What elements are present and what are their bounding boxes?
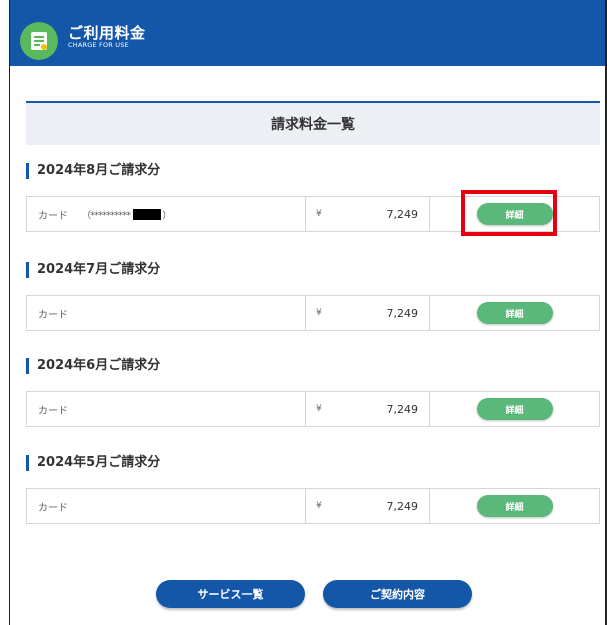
billing-row-may: カード ¥ 7,249 詳細 [26, 488, 600, 524]
action-cell: 詳細 [430, 296, 599, 330]
detail-button-jun[interactable]: 詳細 [476, 398, 553, 420]
detail-button-may[interactable]: 詳細 [476, 495, 553, 517]
amount-cell: ¥ 7,249 [306, 296, 430, 330]
billing-list-title: 請求料金一覧 [26, 101, 600, 145]
payment-method-cell: カード [27, 296, 306, 330]
highlight-box [461, 190, 557, 236]
redaction-block [132, 208, 161, 220]
header-title: ご利用料金 [68, 24, 146, 42]
yen-symbol: ¥ [316, 308, 322, 318]
section-title-may: 2024年5月ご請求分 [26, 455, 160, 471]
masked-card-close: ） [162, 210, 172, 221]
amount-value: 7,249 [386, 207, 419, 221]
masked-card-number: （********** [82, 210, 131, 221]
page-header: ご利用料金 CHARGE FOR USE [10, 0, 605, 66]
yen-symbol: ¥ [316, 404, 322, 414]
payment-method-cell: カード [27, 392, 306, 426]
section-title-aug: 2024年8月ご請求分 [26, 163, 160, 179]
amount-cell: ¥ 7,249 [306, 392, 430, 426]
header-subtitle: CHARGE FOR USE [68, 41, 129, 49]
payment-method-label: カード [38, 502, 68, 514]
section-title-jun: 2024年6月ご請求分 [26, 358, 160, 374]
section-title-jul: 2024年7月ご請求分 [26, 262, 160, 278]
yen-symbol: ¥ [316, 209, 322, 219]
yen-symbol: ¥ [316, 501, 322, 511]
amount-value: 7,249 [386, 402, 419, 416]
payment-method-cell: カード [27, 489, 306, 523]
billing-row-jun: カード ¥ 7,249 詳細 [26, 391, 600, 427]
document-icon [20, 22, 58, 60]
page-frame: ご利用料金 CHARGE FOR USE 請求料金一覧 2024年8月ご請求分 … [9, 0, 607, 625]
amount-value: 7,249 [386, 306, 419, 320]
payment-method-cell: カード （********** ） [27, 197, 306, 231]
amount-cell: ¥ 7,249 [306, 197, 430, 231]
amount-value: 7,249 [386, 499, 419, 513]
payment-method-label: カード [38, 405, 68, 417]
action-cell: 詳細 [430, 489, 599, 523]
service-list-button[interactable]: サービス一覧 [156, 580, 305, 608]
detail-button-jul[interactable]: 詳細 [476, 302, 553, 324]
amount-cell: ¥ 7,249 [306, 489, 430, 523]
contract-details-button[interactable]: ご契約内容 [323, 580, 472, 608]
payment-method-label: カード [38, 309, 68, 321]
action-cell: 詳細 [430, 392, 599, 426]
billing-row-jul: カード ¥ 7,249 詳細 [26, 295, 600, 331]
payment-method-label: カード [38, 210, 68, 222]
